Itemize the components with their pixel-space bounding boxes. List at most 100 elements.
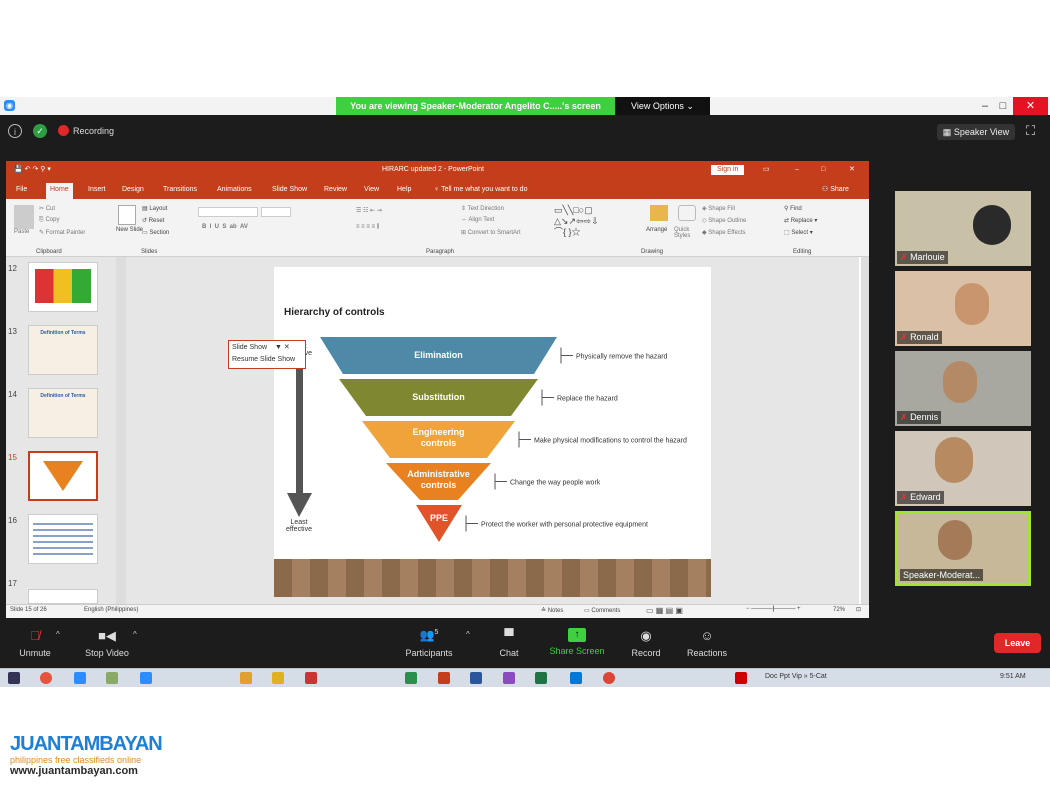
leave-button[interactable]: Leave — [994, 633, 1041, 653]
zoom-slider[interactable]: − ─────|───── + — [746, 606, 801, 612]
smartart-button[interactable]: ⊞ Convert to SmartArt — [461, 229, 521, 236]
record-button[interactable]: ◉ Record — [611, 628, 681, 658]
cut-button[interactable]: ✂ Cut — [39, 205, 55, 212]
reset-button[interactable]: ↺ Reset — [142, 217, 164, 224]
tab-file[interactable]: File — [12, 183, 31, 199]
new-slide-icon[interactable] — [118, 205, 136, 225]
fit-slide-icon[interactable]: ⊡ — [856, 606, 861, 613]
quick-styles-icon[interactable] — [678, 205, 696, 221]
brave-icon[interactable] — [40, 672, 52, 684]
participant-tile[interactable]: ✗ Marlouie — [895, 191, 1031, 266]
chrome-icon[interactable] — [603, 672, 615, 684]
format-painter-button[interactable]: ✎ Format Painter — [39, 229, 85, 236]
tab-slide-show[interactable]: Slide Show — [268, 183, 311, 199]
quick-styles-label[interactable]: Quick Styles — [674, 227, 698, 239]
participants-chevron-icon[interactable]: ^ — [466, 630, 470, 639]
paste-label[interactable]: Paste — [14, 229, 29, 235]
align-icons[interactable]: ≡ ≡ ≡ ≡ ⫼ — [356, 224, 379, 231]
language-status[interactable]: English (Philippines) — [84, 607, 138, 613]
align-text-button[interactable]: ⇔ Align Text — [461, 217, 494, 223]
ppt-maximize-icon[interactable]: □ — [821, 161, 825, 179]
tell-me-search[interactable]: ♀ Tell me what you want to do — [430, 183, 531, 199]
paste-icon[interactable] — [14, 205, 34, 229]
taskbar-tray[interactable]: Doc Ppt Vip » 5-Cat — [765, 673, 827, 680]
word-icon[interactable] — [470, 672, 482, 684]
participant-tile[interactable]: ✗ Ronald — [895, 271, 1031, 346]
thumb-slide-14[interactable]: Definition of Terms — [28, 388, 98, 438]
view-buttons[interactable]: ▭ ▦ ▤ ▣ — [646, 606, 683, 615]
slide-show-item[interactable]: Slide Show ▼ ✕ — [232, 343, 290, 351]
shape-outline-button[interactable]: ◇ Shape Outline — [702, 217, 746, 224]
ribbon-display-icon[interactable]: ▭ — [763, 161, 770, 179]
app-icon[interactable] — [106, 672, 118, 684]
tab-help[interactable]: Help — [393, 183, 415, 199]
select-button[interactable]: ⬚ Select ▾ — [784, 229, 813, 236]
fullscreen-icon[interactable]: ⛶ — [1026, 123, 1035, 139]
chat-button[interactable]: ▀ Chat — [474, 628, 544, 658]
thumb-slide-12[interactable] — [28, 262, 98, 312]
arrange-icon[interactable] — [650, 205, 668, 221]
minimize-icon[interactable]: – — [976, 97, 994, 115]
audio-options-chevron-icon[interactable]: ^ — [56, 630, 60, 639]
thumb-slide-16[interactable] — [28, 514, 98, 564]
quick-access-icons[interactable]: 💾 ↶ ↷ ⚲ ▾ — [14, 161, 51, 179]
arrange-label[interactable]: Arrange — [646, 227, 667, 233]
publisher-icon[interactable] — [405, 672, 417, 684]
excel-icon[interactable] — [535, 672, 547, 684]
stop-video-button[interactable]: ■◀ Stop Video — [72, 628, 142, 658]
share-screen-button[interactable]: ↑ Share Screen — [542, 628, 612, 656]
tab-home[interactable]: Home — [46, 183, 73, 199]
notes-button[interactable]: ≙ Notes — [541, 607, 563, 614]
close-icon[interactable]: ✕ — [284, 344, 290, 351]
app-icon[interactable] — [272, 672, 284, 684]
zoom-meeting-icon[interactable] — [140, 672, 152, 684]
tab-design[interactable]: Design — [118, 183, 148, 199]
layout-button[interactable]: ▤ Layout — [142, 205, 167, 212]
copy-button[interactable]: ⎘ Copy — [39, 217, 59, 224]
participant-tile[interactable]: ✗ Edward — [895, 431, 1031, 506]
powerpoint-icon[interactable] — [438, 672, 450, 684]
section-button[interactable]: ▭ Section — [142, 229, 169, 236]
find-button[interactable]: ⚲ Find — [784, 205, 802, 212]
app-icon[interactable] — [305, 672, 317, 684]
app-icon[interactable] — [570, 672, 582, 684]
shield-icon[interactable]: ✓ — [33, 124, 47, 138]
tab-animations[interactable]: Animations — [213, 183, 256, 199]
app-icon[interactable] — [503, 672, 515, 684]
info-icon[interactable]: i — [8, 124, 22, 138]
ppt-minimize-icon[interactable]: – — [795, 161, 799, 179]
start-icon[interactable] — [8, 672, 20, 684]
close-icon[interactable]: ✕ — [1013, 97, 1048, 115]
new-slide-label[interactable]: New Slide — [116, 227, 143, 233]
participant-tile-active-speaker[interactable]: Speaker-Moderat... — [895, 511, 1031, 586]
zoom-level[interactable]: 72% — [833, 607, 845, 613]
thumbs-scrollbar[interactable] — [116, 257, 126, 604]
share-button[interactable]: ⚇ Share — [818, 183, 853, 199]
font-name-dropdown[interactable] — [198, 207, 258, 217]
shape-effects-button[interactable]: ◆ Shape Effects — [702, 229, 746, 236]
tab-insert[interactable]: Insert — [84, 183, 110, 199]
resume-slideshow-item[interactable]: Resume Slide Show — [232, 356, 295, 363]
participants-button[interactable]: 👥5 Participants — [394, 628, 464, 658]
maximize-icon[interactable]: □ — [994, 97, 1012, 115]
canvas-scrollbar[interactable] — [861, 257, 869, 604]
thumb-slide-13[interactable]: Definition of Terms — [28, 325, 98, 375]
folder-icon[interactable] — [240, 672, 252, 684]
thumb-slide-15-selected[interactable] — [28, 451, 98, 501]
reactions-button[interactable]: ☺ Reactions — [672, 628, 742, 658]
font-format-icons[interactable]: B I U S ab AV — [202, 224, 248, 230]
tab-review[interactable]: Review — [320, 183, 351, 199]
shape-fill-button[interactable]: ◈ Shape Fill — [702, 205, 735, 212]
tab-view[interactable]: View — [360, 183, 383, 199]
video-options-chevron-icon[interactable]: ^ — [133, 630, 137, 639]
participant-tile[interactable]: ✗ Dennis — [895, 351, 1031, 426]
replace-button[interactable]: ⇄ Replace ▾ — [784, 217, 817, 224]
text-direction-button[interactable]: ⇕ Text Direction — [461, 205, 504, 212]
tab-transitions[interactable]: Transitions — [159, 183, 201, 199]
zoom-app-icon[interactable] — [74, 672, 86, 684]
comments-button[interactable]: ▭ Comments — [584, 607, 620, 614]
view-options-button[interactable]: View Options ⌄ — [615, 97, 710, 115]
thumb-slide-17[interactable] — [28, 589, 98, 604]
speaker-view-button[interactable]: ▦ Speaker View — [937, 124, 1015, 140]
font-size-dropdown[interactable] — [261, 207, 291, 217]
